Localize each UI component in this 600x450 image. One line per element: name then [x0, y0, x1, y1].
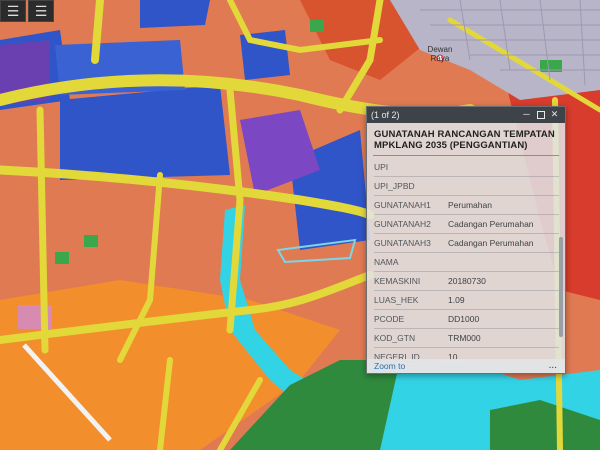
- close-icon[interactable]: ✕: [550, 110, 559, 119]
- maximize-icon[interactable]: [537, 111, 545, 119]
- attribute-value: Cadangan Perumahan: [448, 219, 534, 229]
- attribute-value: [446, 158, 559, 176]
- attribute-key: GUNATANAH1: [374, 200, 431, 210]
- identify-popup[interactable]: (1 of 2) ─ ✕ GUNATANAH RANCANGAN TEMPATA…: [366, 106, 566, 374]
- attribute-row: UPI: [374, 158, 559, 177]
- attribute-key: KEMASKINI: [374, 276, 421, 286]
- menu-button[interactable]: ☰: [0, 0, 26, 22]
- layers-icon: ☰: [34, 4, 48, 20]
- attribute-value: 20180730: [448, 276, 486, 286]
- zone-green-small-3[interactable]: [310, 20, 324, 32]
- popup-header: (1 of 2) ─ ✕: [367, 107, 565, 123]
- attribute-key: LUAS_HEK: [374, 295, 419, 305]
- attribute-row: PCODE DD1000: [374, 310, 559, 329]
- attribute-key: KOD_GTN: [374, 333, 416, 343]
- attribute-value: Cadangan Perumahan: [448, 238, 534, 248]
- attribute-value: Perumahan: [448, 200, 492, 210]
- zone-institution-top[interactable]: [140, 0, 210, 28]
- menu-icon: ☰: [6, 4, 20, 20]
- layers-button[interactable]: ☰: [28, 0, 54, 22]
- popup-divider: [373, 155, 559, 156]
- more-options-icon[interactable]: ...: [549, 361, 557, 371]
- minimize-icon[interactable]: ─: [522, 110, 531, 119]
- zone-green-small-2[interactable]: [55, 252, 69, 264]
- popup-scrollbar[interactable]: [559, 237, 563, 337]
- attribute-key: UPI_JPBD: [374, 181, 415, 191]
- attribute-key: UPI: [374, 162, 389, 172]
- attribute-key: GUNATANAH3: [374, 238, 431, 248]
- attribute-row: UPI_JPBD: [374, 177, 559, 196]
- attribute-value: TRM000: [448, 333, 481, 343]
- zoom-to-link[interactable]: Zoom to: [374, 361, 405, 371]
- attribute-row: KEMASKINI 20180730: [374, 272, 559, 291]
- attribute-value: DD1000: [448, 314, 480, 324]
- attribute-value: [446, 253, 559, 271]
- attribute-key: GUNATANAH2: [374, 219, 431, 229]
- attribute-row: GUNATANAH3 Cadangan Perumahan: [374, 234, 559, 253]
- attribute-value: [446, 177, 559, 195]
- attribute-row: GUNATANAH1 Perumahan: [374, 196, 559, 215]
- attribute-row: GUNATANAH2 Cadangan Perumahan: [374, 215, 559, 234]
- attribute-row: LUAS_HEK 1.09: [374, 291, 559, 310]
- popup-pager: (1 of 2): [371, 110, 400, 120]
- attribute-key: NAMA: [374, 257, 399, 267]
- attribute-list: UPI UPI_JPBD GUNATANAH1 Perumahan GUNATANAH2…: [367, 158, 565, 373]
- map-screen: ☰ ☰ Dewan Raya (1 of 2) ─ ✕ GUNATANAH RA…: [0, 0, 600, 450]
- zone-institution-central[interactable]: [60, 85, 230, 180]
- attribute-row: KOD_GTN TRM000: [374, 329, 559, 348]
- popup-title: GUNATANAH RANCANGAN TEMPATAN MPKLANG 203…: [374, 129, 555, 151]
- attribute-key: PCODE: [374, 314, 405, 324]
- place-label: Dewan Raya: [427, 45, 453, 63]
- attribute-row: NAMA: [374, 253, 559, 272]
- attribute-value: 1.09: [448, 295, 465, 305]
- zone-green-small-1[interactable]: [84, 235, 98, 247]
- popup-footer: Zoom to ...: [367, 359, 565, 373]
